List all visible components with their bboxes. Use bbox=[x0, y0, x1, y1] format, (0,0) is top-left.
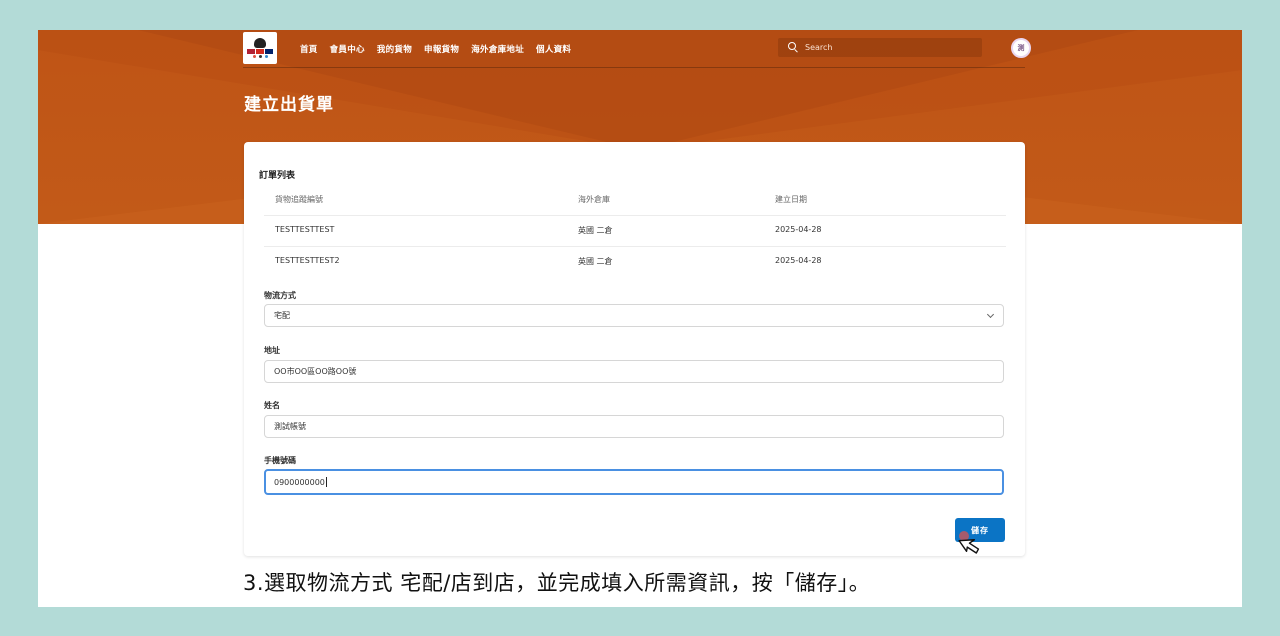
top-navbar: 首頁 會員中心 我的貨物 申報貨物 海外倉庫地址 個人資料 Search 測 bbox=[243, 30, 1031, 68]
shipping-method-select[interactable]: 宅配 bbox=[264, 304, 1004, 327]
nav-my-goods[interactable]: 我的貨物 bbox=[377, 43, 412, 55]
address-label: 地址 bbox=[264, 346, 280, 355]
table-row: TESTTESTTEST2 英國 二倉 2025-04-28 bbox=[264, 247, 1006, 277]
search-input[interactable]: Search bbox=[805, 43, 832, 52]
address-field[interactable]: OO市OO區OO路OO號 bbox=[264, 360, 1004, 383]
shipping-method-value: 宅配 bbox=[274, 311, 290, 320]
nav-profile[interactable]: 個人資料 bbox=[536, 43, 571, 55]
row-tracking-no: TESTTESTTEST bbox=[275, 225, 335, 234]
shipping-method-label: 物流方式 bbox=[264, 291, 296, 300]
name-field[interactable]: 測試帳號 bbox=[264, 415, 1004, 438]
table-header: 貨物追蹤編號 海外倉庫 建立日期 bbox=[264, 185, 1006, 216]
phone-label: 手機號碼 bbox=[264, 456, 296, 465]
chevron-down-icon bbox=[986, 310, 995, 319]
nav-links: 首頁 會員中心 我的貨物 申報貨物 海外倉庫地址 個人資料 bbox=[300, 30, 571, 67]
address-value: OO市OO區OO路OO號 bbox=[274, 367, 357, 376]
phone-field[interactable]: 0900000000 bbox=[264, 469, 1004, 495]
name-value: 測試帳號 bbox=[274, 422, 306, 431]
search-bar[interactable]: Search bbox=[778, 38, 982, 57]
row-warehouse: 英國 二倉 bbox=[578, 257, 613, 266]
header-warehouse: 海外倉庫 bbox=[578, 195, 610, 204]
page-title: 建立出貨單 bbox=[244, 95, 334, 115]
name-label: 姓名 bbox=[264, 401, 280, 410]
row-tracking-no: TESTTESTTEST2 bbox=[275, 256, 340, 265]
hand-cursor-icon bbox=[958, 531, 980, 554]
text-caret bbox=[325, 477, 327, 487]
shipment-form-card: 訂單列表 貨物追蹤編號 海外倉庫 建立日期 TESTTESTTEST 英國 二倉… bbox=[244, 142, 1025, 556]
nav-home[interactable]: 首頁 bbox=[300, 43, 318, 55]
instruction-caption: 3.選取物流方式 宅配/店到店，並完成填入所需資訊，按「儲存」。 bbox=[243, 571, 871, 595]
nav-declare-goods[interactable]: 申報貨物 bbox=[424, 43, 459, 55]
avatar[interactable]: 測 bbox=[1011, 38, 1031, 58]
logo-dots bbox=[252, 55, 268, 58]
table-row: TESTTESTTEST 英國 二倉 2025-04-28 bbox=[264, 216, 1006, 247]
site-logo[interactable] bbox=[243, 32, 277, 64]
row-created-date: 2025-04-28 bbox=[775, 256, 822, 265]
row-warehouse: 英國 二倉 bbox=[578, 226, 613, 235]
logo-flags bbox=[247, 49, 273, 54]
screenshot-slide: 首頁 會員中心 我的貨物 申報貨物 海外倉庫地址 個人資料 Search 測 建… bbox=[38, 30, 1242, 607]
nav-member-center[interactable]: 會員中心 bbox=[330, 43, 365, 55]
row-created-date: 2025-04-28 bbox=[775, 225, 822, 234]
nav-overseas-warehouse[interactable]: 海外倉庫地址 bbox=[471, 43, 524, 55]
order-list-title: 訂單列表 bbox=[259, 171, 296, 181]
header-created-date: 建立日期 bbox=[775, 195, 807, 204]
header-tracking-no: 貨物追蹤編號 bbox=[275, 195, 323, 204]
phone-value: 0900000000 bbox=[274, 477, 325, 487]
logo-bird-icon bbox=[254, 38, 266, 48]
order-table: 貨物追蹤編號 海外倉庫 建立日期 TESTTESTTEST 英國 二倉 2025… bbox=[264, 185, 1006, 277]
search-icon bbox=[788, 42, 799, 53]
